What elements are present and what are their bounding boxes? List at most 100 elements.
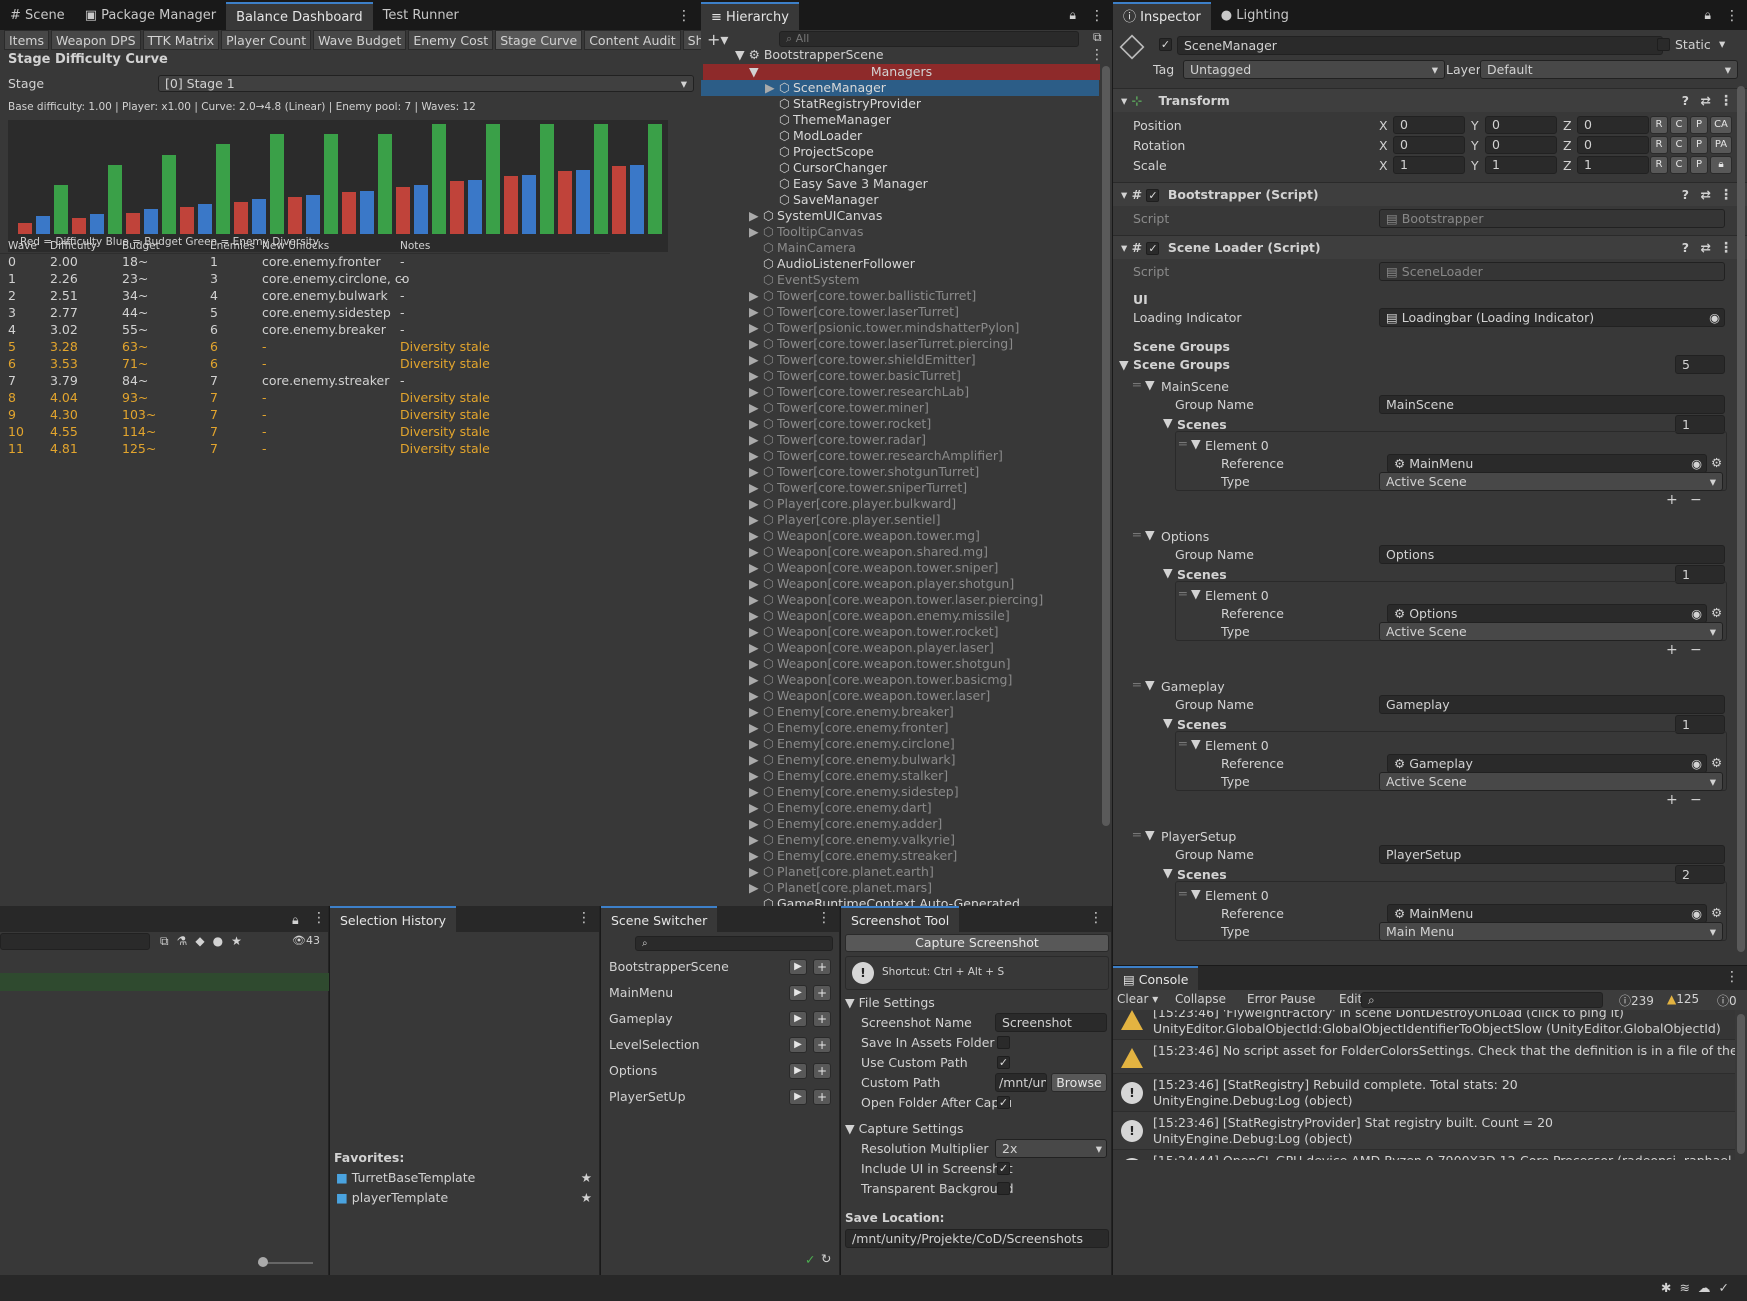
expand-arrow[interactable]: ▶: [749, 368, 763, 384]
filter-type-icon[interactable]: ⚗: [177, 934, 196, 948]
component-menu-icon[interactable]: ⋮: [1719, 89, 1733, 113]
hierarchy-scrollbar[interactable]: [1102, 66, 1110, 826]
refresh-icon[interactable]: ↻: [821, 1251, 831, 1266]
drag-handle[interactable]: ═: [1133, 377, 1141, 392]
hierarchy-item[interactable]: ▶ ⬡ Weapon[core.weapon.enemy.missile]: [701, 608, 1099, 624]
cloud-icon[interactable]: ☁: [1698, 1280, 1719, 1295]
expand-arrow[interactable]: ▶: [749, 864, 763, 880]
custom-path-field[interactable]: /mnt/unit: [995, 1073, 1047, 1092]
hierarchy-item[interactable]: ▶ ⬡ Tower[core.tower.rocket]: [701, 416, 1099, 432]
tab-console[interactable]: ▤ Console: [1113, 966, 1199, 990]
gear-icon[interactable]: ⚙: [1711, 455, 1722, 470]
hierarchy-item[interactable]: ▶ ⬡ Weapon[core.weapon.tower.basicmg]: [701, 672, 1099, 688]
foldout-arrow[interactable]: ▼: [1145, 377, 1155, 392]
scene-switcher-item[interactable]: Gameplay ▶ +: [601, 1008, 840, 1030]
component-enabled-checkbox[interactable]: ✓: [1146, 189, 1160, 202]
search-scope-icon[interactable]: ⧉: [160, 934, 177, 948]
axis-label[interactable]: Y: [1471, 118, 1479, 133]
hierarchy-item[interactable]: ▶ ⬡ Weapon[core.weapon.tower.mg]: [701, 528, 1099, 544]
hierarchy-item[interactable]: ▶ ⬡ Planet[core.planet.mars]: [701, 880, 1099, 896]
hierarchy-item[interactable]: ▶ ⬡ Weapon[core.weapon.player.laser]: [701, 640, 1099, 656]
hierarchy-item[interactable]: ▶⬡Easy Save 3 Manager: [701, 176, 1099, 192]
position-z-field[interactable]: 0: [1577, 116, 1649, 134]
preset-icon[interactable]: ⇄: [1701, 236, 1711, 260]
position-x-field[interactable]: 0: [1393, 116, 1465, 134]
component-enabled-checkbox[interactable]: ✓: [1146, 242, 1160, 255]
expand-arrow[interactable]: ▶: [749, 656, 763, 672]
reference-field[interactable]: ⚙ Gameplay ◉: [1387, 754, 1707, 773]
expand-arrow[interactable]: ▶: [749, 224, 763, 240]
hierarchy-item[interactable]: ▶⬡AudioListenerFollower: [701, 256, 1099, 272]
hierarchy-item[interactable]: ▶ ⬡ Weapon[core.weapon.tower.laser]: [701, 688, 1099, 704]
resolution-dropdown[interactable]: 2x ▾: [995, 1139, 1107, 1158]
play-scene-button[interactable]: ▶: [789, 1089, 807, 1105]
object-picker-icon[interactable]: ◉: [1691, 905, 1702, 922]
transform-tool-button[interactable]: CA: [1710, 116, 1732, 134]
hierarchy-item[interactable]: ▶ ⬡ SceneManager: [701, 80, 1099, 96]
foldout-arrow[interactable]: ▼: [1191, 436, 1201, 451]
tab-screenshot-tool[interactable]: Screenshot Tool: [841, 906, 960, 932]
drag-handle[interactable]: ═: [1179, 736, 1187, 751]
expand-arrow[interactable]: ▶: [749, 640, 763, 656]
star-icon[interactable]: ★: [581, 1170, 592, 1185]
more-menu-icon[interactable]: ⋮: [817, 910, 831, 926]
tab-balance-dashboard[interactable]: Balance Dashboard: [226, 2, 373, 30]
scene-groups-foldout[interactable]: ▼ Scene Groups: [1119, 357, 1230, 372]
hierarchy-item[interactable]: ▶ ⬡ Weapon[core.weapon.tower.rocket]: [701, 624, 1099, 640]
inspector-scrollbar[interactable]: [1737, 86, 1745, 952]
hierarchy-item[interactable]: ▶ ⬡ Enemy[core.enemy.bulwark]: [701, 752, 1099, 768]
reference-field[interactable]: ⚙ MainMenu ◉: [1387, 454, 1707, 473]
add-scene-button[interactable]: +: [813, 959, 831, 975]
type-dropdown[interactable]: Active Scene ▾: [1379, 472, 1723, 491]
console-scrollbar[interactable]: [1737, 1014, 1745, 1154]
hierarchy-item[interactable]: ▶ ⬡ Tower[core.tower.shotgunTurret]: [701, 464, 1099, 480]
hierarchy-item[interactable]: ▶ ⬡ Weapon[core.weapon.player.shotgun]: [701, 576, 1099, 592]
capture-settings-foldout[interactable]: ▼ Capture Settings: [845, 1121, 964, 1136]
hierarchy-item[interactable]: ▶ ⬡ Tower[core.tower.ballisticTurret]: [701, 288, 1099, 304]
managers-folder[interactable]: ▼ Managers: [703, 64, 1100, 80]
expand-arrow[interactable]: ▶: [749, 416, 763, 432]
subtab-shop-rarity[interactable]: Shop Rarity: [682, 30, 701, 50]
expand-arrow[interactable]: ▶: [749, 880, 763, 896]
play-scene-button[interactable]: ▶: [789, 1011, 807, 1027]
axis-label[interactable]: Z: [1563, 158, 1572, 173]
tab-hierarchy[interactable]: ≡ Hierarchy: [701, 2, 799, 30]
hierarchy-item[interactable]: ▶ ⬡ Player[core.player.sentiel]: [701, 512, 1099, 528]
axis-label[interactable]: Y: [1471, 138, 1479, 153]
console-entry[interactable]: ! [15:23:46] [StatRegistryProvider] Stat …: [1113, 1112, 1735, 1150]
add-scene-button[interactable]: +: [813, 1037, 831, 1053]
hierarchy-item[interactable]: ▶ ⬡ Tower[core.tower.shieldEmitter]: [701, 352, 1099, 368]
gear-icon[interactable]: ⚙: [1711, 905, 1722, 920]
hierarchy-item[interactable]: ▶ ⬡ Enemy[core.enemy.circlone]: [701, 736, 1099, 752]
stage-dropdown[interactable]: [0] Stage 1 ▾: [158, 75, 694, 92]
slider-thumb[interactable]: [258, 1257, 268, 1267]
more-menu-icon[interactable]: ⋮: [1082, 8, 1112, 30]
remove-element-button[interactable]: −: [1690, 792, 1702, 808]
drag-handle[interactable]: ═: [1133, 827, 1141, 842]
foldout-arrow[interactable]: ▼: [1191, 586, 1201, 601]
add-scene-button[interactable]: +: [813, 1063, 831, 1079]
clear-button[interactable]: Clear ▾: [1117, 992, 1158, 1006]
play-scene-button[interactable]: ▶: [789, 959, 807, 975]
hierarchy-item[interactable]: ▶ ⬡ Weapon[core.weapon.tower.shotgun]: [701, 656, 1099, 672]
expand-arrow[interactable]: ▶: [749, 624, 763, 640]
help-icon[interactable]: ?: [1682, 236, 1689, 260]
warn-count[interactable]: ▲125: [1667, 992, 1699, 1006]
hierarchy-item[interactable]: ▶⬡SaveManager: [701, 192, 1099, 208]
rotation-z-field[interactable]: 0: [1577, 136, 1649, 154]
transform-tool-button[interactable]: R: [1650, 116, 1668, 134]
group-name-field[interactable]: PlayerSetup: [1379, 845, 1725, 864]
subtab-player-count[interactable]: Player Count: [221, 30, 312, 50]
layers-icon[interactable]: ≋: [1680, 1280, 1698, 1295]
preset-icon[interactable]: ⇄: [1701, 89, 1711, 113]
axis-label[interactable]: X: [1379, 158, 1388, 173]
hierarchy-item[interactable]: ▶ ⬡ Tower[core.tower.sniperTurret]: [701, 480, 1099, 496]
error-count[interactable]: ⓘ0: [1717, 992, 1737, 1009]
expand-arrow[interactable]: ▶: [749, 352, 763, 368]
bootstrapper-header[interactable]: ▾ # ✓ Bootstrapper (Script) ? ⇄ ⋮: [1113, 182, 1747, 206]
subtab-items[interactable]: Items: [4, 30, 49, 50]
expand-arrow[interactable]: ▶: [749, 496, 763, 512]
capture-screenshot-button[interactable]: Capture Screenshot: [845, 934, 1109, 952]
rotation-x-field[interactable]: 0: [1393, 136, 1465, 154]
more-menu-icon[interactable]: ⋮: [312, 910, 326, 926]
